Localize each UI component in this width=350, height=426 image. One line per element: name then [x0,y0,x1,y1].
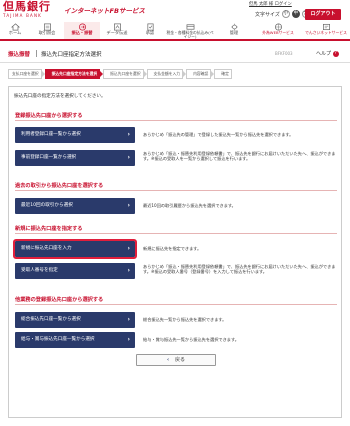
back-label: 戻る [175,357,186,363]
option-row: 給与・賞与振込先口座一覧から選択 › 給与・賞与振込先一覧から振込先を選択できます… [15,332,337,348]
nav-inquiry[interactable]: 取引照会 [30,22,64,39]
nav-label: でんさいネットサービス [305,30,347,35]
chevron-right-icon: › [127,154,130,161]
logo-main: 但馬銀行 [3,0,51,13]
nav-label: 振込・振替 [71,30,93,35]
font-size-label: 文字サイズ [255,11,280,18]
step-item: 支払口座を選択 [8,69,45,79]
option-description: 新規に振込先を指定できます。 [143,246,202,251]
nav-admin[interactable]: 管理 [214,22,254,39]
nav-home[interactable]: ホーム [0,22,30,39]
nav-approval[interactable]: 承認 [134,22,166,39]
section-heading: 過去の取引から振込先口座を選択する [15,182,337,191]
option-description: あらかじめ「振込・振替先利用登録依頼書」で、振込先を銀行にお届けいただいた先へ、… [143,151,336,162]
page-category: 振込振替 [8,52,31,58]
help-label: ヘルプ [316,51,332,57]
option-row: 総合振込先口座一覧から選択 › 総合振込先一覧から振込先を選択できます。 [15,312,337,328]
button-label: 新規に振込先口座を入力 [21,246,72,251]
button-label: 給与・賞与振込先口座一覧から選択 [21,337,95,342]
option-description: あらかじめ「振込・振替先利用登録依頼書」で、振込先を銀行にお届けいただいた先へ、… [143,264,336,275]
help-link[interactable]: ヘルプ ? [316,50,339,57]
pre-registered-list-button[interactable]: 事前登録口座一覧から選択 › [15,150,135,166]
nav-transfer[interactable]: 振込・振替 [64,22,100,39]
section-heading: 他業務の登録振込先口座から選択する [15,296,337,305]
page-title-bar: 振込振替 振込先口座指定方法選択 BFKF003 ヘルプ ? [0,43,350,63]
button-label: 総合振込先口座一覧から選択 [21,317,81,322]
global-nav: ホーム 取引照会 振込・振替 データ伝送 承認 税金・各種料金の払込み(ペイジー… [0,22,350,41]
option-description: 総合振込先一覧から振込先を選択できます。 [143,317,227,322]
nav-label: 取引照会 [38,30,56,35]
step-indicator: 支払口座を選択 振込先口座指定方法を選択 振込先口座を選択 支払金額を入力 内容… [8,69,342,79]
nav-densai[interactable]: でんさいネットサービス [302,22,350,39]
screen-id: BFKF003 [275,51,293,56]
intro-text: 振込先口座の指定方法を選択してください。 [14,94,106,99]
user-info: 但馬 太郎 様 ログイン [249,1,292,7]
step-item: 確定 [214,69,232,79]
recipient-number-button[interactable]: 受取人番号を指定 › [15,263,135,279]
user-name[interactable]: 但馬 太郎 様 ログイン [249,2,292,7]
nav-label: 外為WEBサービス [262,30,294,35]
nav-payment[interactable]: 税金・各種料金の払込み(ペイジー) [166,22,214,39]
chevron-right-icon: › [127,245,130,252]
option-description: 給与・賞与振込先一覧から振込先を選択できます。 [143,337,239,342]
help-icon: ? [332,50,339,57]
font-medium-button[interactable]: 中 [291,10,300,18]
nav-data[interactable]: データ伝送 [100,22,134,39]
step-item-current: 振込先口座指定方法を選択 [44,69,103,79]
registered-list-button[interactable]: 利用者登録口座一覧から選択 › [15,127,135,143]
option-row: 事前登録口座一覧から選択 › あらかじめ「振込・振替先利用登録依頼書」で、振込先を… [15,150,337,166]
page-title: 振込先口座指定方法選択 [41,52,102,58]
font-small-button[interactable]: 小 [281,10,290,18]
general-transfer-list-button[interactable]: 総合振込先口座一覧から選択 › [15,312,135,328]
option-description: あらかじめ「振込先の管理」で登録した振込先一覧から振込先を選択できます。 [143,132,294,137]
nav-forex[interactable]: 外為WEBサービス [254,22,302,39]
payroll-transfer-list-button[interactable]: 給与・賞与振込先口座一覧から選択 › [15,332,135,348]
chevron-right-icon: › [127,202,130,209]
button-label: 利用者登録口座一覧から選択 [21,132,81,137]
nav-label: ホーム [8,30,22,35]
service-title: インターネットFBサービス [64,7,145,15]
logo-sub: TAJIMA BANK [3,13,42,18]
chevron-left-icon: ‹ [166,357,170,363]
font-size-control: 文字サイズ 小 中 大 [255,10,310,18]
header: 但馬銀行 TAJIMA BANK インターネットFBサービス 但馬 太郎 様 ロ… [0,0,350,22]
logout-button[interactable]: ログアウト [305,9,341,20]
option-row: 利用者登録口座一覧から選択 › あらかじめ「振込先の管理」で登録した振込先一覧から… [15,127,337,143]
button-label: 受取人番号を指定 [21,268,58,273]
main-panel: 振込先口座の指定方法を選択してください。 登録振込先口座から選択する 利用者登録… [8,86,342,418]
chevron-right-icon: › [127,131,130,138]
back-button[interactable]: ‹ 戻る [136,354,216,366]
step-item: 振込先口座を選択 [103,69,147,79]
recent-transactions-button[interactable]: 最近10回の取引から選択 › [15,198,135,214]
chevron-right-icon: › [127,316,130,323]
title-divider [36,50,37,57]
section-heading: 新規に振込先口座を指定する [15,225,337,234]
chevron-right-icon: › [127,336,130,343]
new-account-input-button[interactable]: 新規に振込先口座を入力 › [13,239,137,259]
option-description: 最近10回の取引履歴から振込先を選択できます。 [143,203,236,208]
button-label: 事前登録口座一覧から選択 [21,155,77,160]
option-row: 受取人番号を指定 › あらかじめ「振込・振替先利用登録依頼書」で、振込先を銀行にお… [15,263,337,279]
option-row: 新規に振込先口座を入力 › 新規に振込先を指定できます。 [13,239,337,259]
section-heading: 登録振込先口座から選択する [15,112,337,121]
nav-label: 承認 [145,30,155,35]
nav-label: 管理 [229,30,239,35]
step-item: 支払金額を入力 [146,69,186,79]
step-item: 内容確認 [186,69,215,79]
nav-label: 税金・各種料金の払込み(ペイジー) [166,30,214,39]
button-label: 最近10回の取引から選択 [21,203,73,208]
bank-logo: 但馬銀行 TAJIMA BANK [3,0,51,19]
nav-label: データ伝送 [106,30,128,35]
chevron-right-icon: › [127,267,130,274]
option-row: 最近10回の取引から選択 › 最近10回の取引履歴から振込先を選択できます。 [15,198,337,214]
